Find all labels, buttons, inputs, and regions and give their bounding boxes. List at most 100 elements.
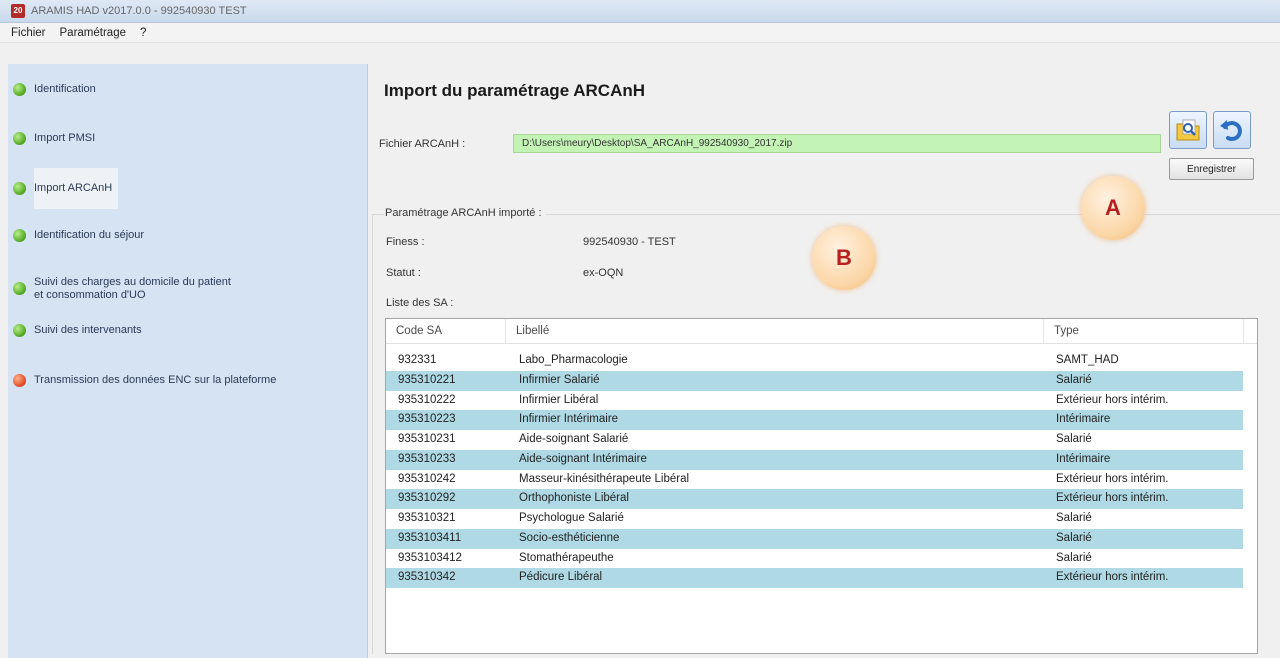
menu-parametrage[interactable]: Paramétrage [53,27,133,39]
status-green-icon [13,132,26,145]
table-row[interactable]: 935310242 Masseur-kinésithérapeute Libéra… [386,470,1243,490]
sidebar-item-suivi-charges[interactable]: Suivi des charges au domicile du patient… [8,276,367,302]
sidebar-item-identification[interactable]: Identification [8,83,367,96]
sa-table[interactable]: Code SA Libellé Type 932331 Labo_Pharmaco… [385,318,1258,654]
menu-fichier[interactable]: Fichier [4,27,53,39]
table-row[interactable]: 935310221 Infirmier Salarié Salarié [386,370,1243,391]
sidebar-item-suivi-intervenants[interactable]: Suivi des intervenants [8,324,367,337]
cell-libelle: Orthophoniste Libéral [519,492,629,505]
column-header-libelle[interactable]: Libellé [506,319,1044,343]
table-row[interactable]: 935310321 Psychologue Salarié Salarié [386,509,1243,529]
cell-libelle: Infirmier Intérimaire [519,413,619,426]
app-icon: 20 [11,4,25,18]
sidebar-item-label: Import ARCAnH [34,168,119,209]
status-green-icon [13,282,26,295]
cell-type: Extérieur hors intérim. [1056,571,1169,584]
sidebar-item-label-line2: et consommation d'UO [34,289,146,301]
cell-code-sa: 9353103412 [398,551,462,564]
table-body: 932331 Labo_Pharmacologie SAMT_HAD 93531022… [386,351,1243,588]
cell-libelle: Socio-esthéticienne [519,531,620,544]
table-row[interactable]: 935310233 Aide-soignant Intérimaire Intéri… [386,449,1243,470]
cell-libelle: Pédicure Libéral [519,571,603,584]
cell-code-sa: 932331 [398,354,437,366]
cell-type: Extérieur hors intérim. [1056,472,1169,485]
cell-code-sa: 935310321 [398,512,456,524]
status-green-icon [13,182,26,195]
cell-libelle: Stomathérapeuthe [519,551,614,564]
cell-type: Salarié [1056,512,1092,524]
sidebar-item-label: Suivi des intervenants [34,324,142,336]
cell-code-sa: 935310242 [398,472,456,485]
sidebar-item-label: Identification du séjour [34,229,145,241]
cell-type: Intérimaire [1056,413,1111,426]
sidebar-item-import-pmsi[interactable]: Import PMSI [8,132,367,145]
cell-libelle: Psychologue Salarié [519,512,624,524]
finess-value: 992540930 - TEST [583,236,676,248]
cell-libelle: Infirmier Salarié [519,373,600,386]
cell-libelle: Aide-soignant Salarié [519,433,629,445]
callout-a: A [1081,176,1145,240]
sa-list-label: Liste des SA : [386,297,454,309]
folder-search-icon [1176,119,1200,141]
sidebar-item-label: Identification [34,83,96,95]
cell-type: Salarié [1056,531,1092,544]
file-label: Fichier ARCAnH : [379,138,466,150]
sidebar-item-transmission[interactable]: Transmission des données ENC sur la plat… [8,374,367,387]
main-panel: Import du paramétrage ARCAnH Fichier ARC… [368,64,1280,658]
table-row[interactable]: 935310231 Aide-soignant Salarié Salarié [386,430,1243,450]
table-row[interactable]: 9353103411 Socio-esthéticienne Salarié [386,528,1243,549]
sidebar-item-identification-sejour[interactable]: Identification du séjour [8,229,367,242]
sidebar-item-label: Transmission des données ENC sur la plat… [34,374,277,386]
sidebar-item-label-line1: Suivi des charges au domicile du patient [34,276,231,288]
status-red-icon [13,374,26,387]
file-path-input[interactable] [513,134,1161,153]
table-row[interactable]: 935310223 Infirmier Intérimaire Intérimair… [386,410,1243,430]
cell-type: Salarié [1056,373,1092,386]
statut-value: ex-OQN [583,267,624,279]
window-title: ARAMIS HAD v2017.0.0 - 992540930 TEST [31,5,247,17]
table-row[interactable]: 9353103412 Stomathérapeuthe Salarié [386,549,1243,569]
status-green-icon [13,83,26,96]
undo-arrow-icon [1220,120,1242,141]
cell-type: Extérieur hors intérim. [1056,393,1169,406]
sidebar-item-import-arcanh[interactable]: Import ARCAnH [8,168,367,209]
column-header-type[interactable]: Type [1044,319,1244,343]
status-green-icon [13,324,26,337]
table-row[interactable]: 935310342 Pédicure Libéral Extérieur hors … [386,568,1243,588]
cell-code-sa: 935310222 [398,393,456,406]
page-title: Import du paramétrage ARCAnH [384,81,646,100]
table-row[interactable]: 935310222 Infirmier Libéral Extérieur hors… [386,391,1243,411]
cell-type: Salarié [1056,433,1092,445]
cell-libelle: Aide-soignant Intérimaire [519,452,647,465]
cell-type: Intérimaire [1056,452,1111,465]
table-row[interactable]: 935310292 Orthophoniste Libéral Extérieur … [386,489,1243,509]
cell-type: Extérieur hors intérim. [1056,492,1169,505]
cell-code-sa: 935310223 [398,413,456,426]
column-header-code[interactable]: Code SA [386,319,506,343]
menu-help[interactable]: ? [133,27,153,39]
save-button[interactable]: Enregistrer [1169,158,1254,180]
title-bar: 20 ARAMIS HAD v2017.0.0 - 992540930 TEST [0,0,1280,23]
menu-bar: Fichier Paramétrage ? [0,23,1280,43]
cell-code-sa: 935310221 [398,373,456,386]
browse-file-button[interactable] [1169,111,1207,149]
cell-type: Salarié [1056,551,1092,564]
callout-b: B [812,226,876,290]
cell-libelle: Infirmier Libéral [519,393,599,406]
table-header: Code SA Libellé Type [386,319,1257,344]
reset-button[interactable] [1213,111,1251,149]
cell-type: SAMT_HAD [1056,354,1119,366]
cell-code-sa: 9353103411 [398,531,462,544]
sidebar: Identification Import PMSI Import ARCAnH… [8,64,368,658]
sidebar-item-label: Suivi des charges au domicile du patient… [34,276,231,302]
group-title: Paramétrage ARCAnH importé : [385,207,546,219]
cell-code-sa: 935310231 [398,433,456,445]
finess-label: Finess : [386,236,425,248]
cell-code-sa: 935310342 [398,571,456,584]
table-row[interactable]: 932331 Labo_Pharmacologie SAMT_HAD [386,351,1243,371]
sidebar-item-label: Import PMSI [34,132,96,144]
status-green-icon [13,229,26,242]
cell-code-sa: 935310292 [398,492,456,505]
statut-label: Statut : [386,267,421,279]
cell-libelle: Labo_Pharmacologie [519,354,628,366]
